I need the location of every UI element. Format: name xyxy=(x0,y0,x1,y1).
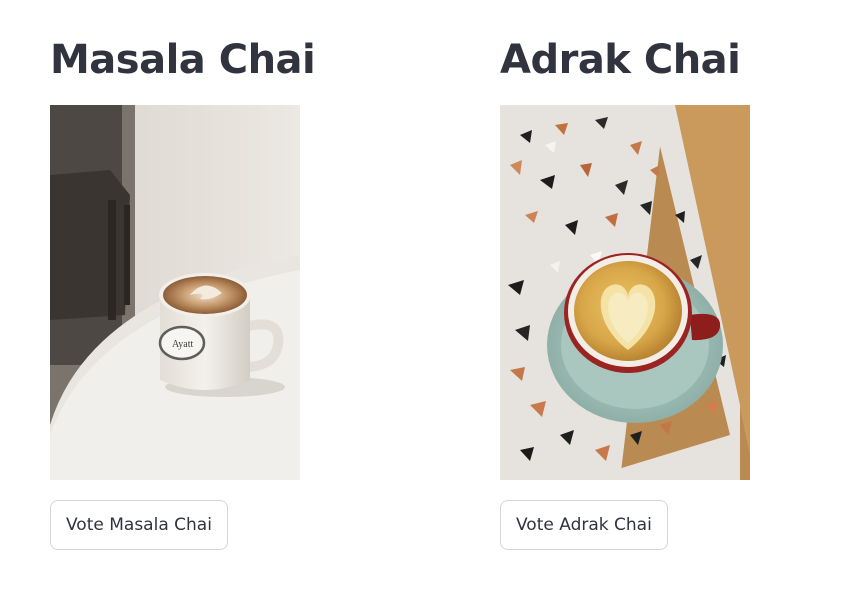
vote-adrak-chai-button[interactable]: Vote Adrak Chai xyxy=(500,500,668,550)
vote-masala-chai-button[interactable]: Vote Masala Chai xyxy=(50,500,228,550)
masala-chai-image: Ayatt xyxy=(50,105,300,480)
option-title: Adrak Chai xyxy=(500,37,741,83)
adrak-chai-image xyxy=(500,105,750,480)
voting-page: Masala Chai Ayatt Vote Masala Chai Adrak… xyxy=(0,0,866,601)
option-title: Masala Chai xyxy=(50,37,316,83)
svg-text:Ayatt: Ayatt xyxy=(172,339,194,350)
